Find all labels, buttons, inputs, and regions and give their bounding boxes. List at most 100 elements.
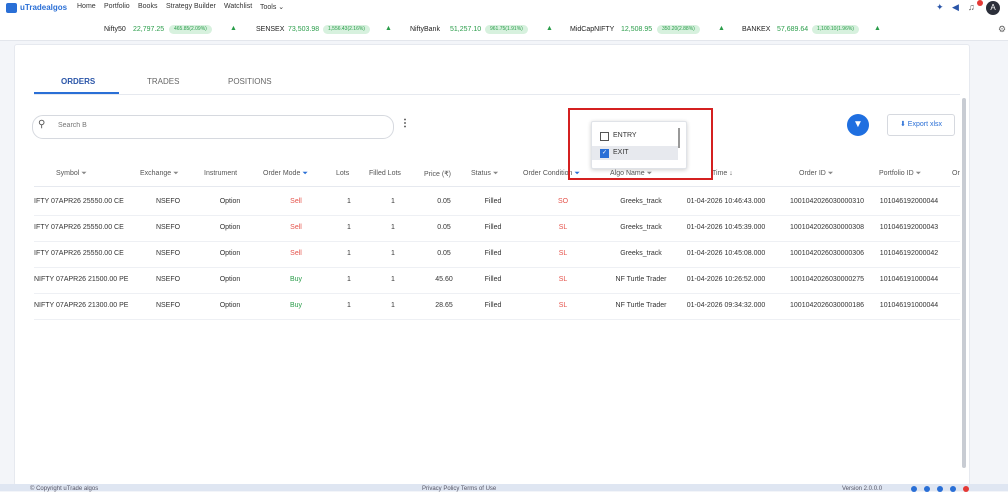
- cell-order-condition: SL: [558, 250, 568, 257]
- nav-home[interactable]: Home: [77, 3, 96, 10]
- cell-lots: 1: [347, 302, 351, 309]
- announcement-icon[interactable]: ◀: [952, 2, 959, 13]
- tab-orders[interactable]: ORDERS: [61, 77, 95, 86]
- more-options-icon[interactable]: ⋮: [400, 118, 410, 129]
- sparkle-icon[interactable]: ✦: [936, 2, 944, 13]
- social-icon[interactable]: [911, 486, 917, 492]
- footer-copyright: © Copyright uTrade algos: [30, 486, 99, 492]
- ticker-name-nifty50: Nifty50: [104, 26, 126, 33]
- up-arrow-icon: ▲: [230, 25, 237, 32]
- cell-portfolio-id: 101046192000044: [879, 198, 939, 205]
- highlight-annotation-box: [568, 108, 713, 180]
- footer-links[interactable]: Privacy Policy Terms of Use: [422, 486, 496, 492]
- ticker-value-sensex: 73,503.98: [288, 26, 320, 33]
- up-arrow-icon: ▲: [385, 25, 392, 32]
- nav-books[interactable]: Books: [138, 3, 157, 10]
- social-icon[interactable]: [963, 486, 969, 492]
- cell-exchange: NSEFO: [155, 198, 181, 205]
- social-icon[interactable]: [924, 486, 930, 492]
- ticker-name-sensex: SENSEX: [256, 26, 285, 33]
- col-header-filled-lots: Filled Lots: [369, 170, 401, 177]
- col-header-portfolio-id[interactable]: Portfolio ID ⏷: [879, 170, 921, 178]
- orders-card: [14, 44, 970, 486]
- cell-algo-name: NF Turtle Trader: [615, 302, 667, 309]
- cell-exchange: NSEFO: [155, 276, 181, 283]
- ticker-value-bankex: 57,689.64: [777, 26, 809, 33]
- ticker-change-sensex: 1,556.43(2.16%): [323, 25, 370, 34]
- ticker-change-bankex: 1,100.10(1.96%): [812, 25, 859, 34]
- ticker-value-midcapnifty: 12,508.95: [621, 26, 653, 33]
- cell-instrument: Option: [219, 302, 241, 309]
- row-divider: [34, 293, 960, 294]
- cell-status: Filled: [484, 302, 502, 309]
- cell-exchange: NSEFO: [155, 224, 181, 231]
- search-icon: ⚲: [38, 119, 46, 130]
- ticker-name-midcapnifty: MidCapNIFTY: [570, 26, 615, 33]
- col-header-lots: Lots: [336, 170, 350, 177]
- gear-icon[interactable]: ⚙: [998, 24, 1006, 35]
- nav-portfolio[interactable]: Portfolio: [104, 3, 130, 10]
- download-icon: ⬇: [899, 121, 906, 128]
- col-header-order-mode[interactable]: Order Mode ⏷: [263, 170, 308, 178]
- col-header-instrument: Instrument: [204, 170, 238, 177]
- cell-portfolio-id: 101046192000042: [879, 250, 939, 257]
- social-icon[interactable]: [937, 486, 943, 492]
- col-header-price: Price (₹): [424, 171, 452, 178]
- nav-strategy-builder[interactable]: Strategy Builder: [166, 3, 216, 10]
- cell-filled-lots: 1: [391, 302, 395, 309]
- nav-tools[interactable]: Tools ⌄: [260, 3, 284, 11]
- social-icon[interactable]: [950, 486, 956, 492]
- cell-order-condition: SL: [558, 302, 568, 309]
- col-header-time[interactable]: Time ↓: [712, 170, 733, 177]
- cell-order-mode: Sell: [290, 250, 302, 257]
- footer-version: Version 2.0.0.0: [842, 486, 883, 492]
- cell-time: 01-04-2026 10:26:52.000: [686, 276, 766, 283]
- ticker-change-midcapnifty: 350.20(2.88%): [657, 25, 700, 34]
- app-logo-text[interactable]: uTradealgos: [20, 3, 67, 12]
- cell-order-mode: Sell: [290, 198, 302, 205]
- notification-badge: [977, 0, 983, 6]
- cell-symbol: NIFTY 07APR26 21500.00 PE: [34, 276, 129, 283]
- tab-positions[interactable]: POSITIONS: [228, 77, 272, 86]
- filter-icon: ⏷: [827, 170, 834, 177]
- cell-portfolio-id: 101046191000044: [879, 276, 939, 283]
- nav-watchlist[interactable]: Watchlist: [224, 3, 252, 10]
- col-header-overflow: Or: [952, 170, 960, 177]
- cell-order-id: 1001042026030000308: [790, 224, 864, 231]
- cell-status: Filled: [484, 276, 502, 283]
- page-scrollbar[interactable]: [962, 98, 966, 468]
- export-xlsx-button[interactable]: ⬇ Export xlsx: [887, 114, 955, 136]
- bell-icon[interactable]: ♫: [968, 2, 975, 12]
- row-divider: [34, 319, 960, 320]
- cell-algo-name: Greeks_track: [620, 224, 662, 231]
- ticker-change-niftybank: 961.75(1.91%): [485, 25, 528, 34]
- col-header-order-id[interactable]: Order ID ⏷: [799, 170, 833, 178]
- cell-order-mode: Buy: [289, 276, 303, 283]
- cell-algo-name: NF Turtle Trader: [615, 276, 667, 283]
- cell-order-id: 1001042026030000306: [790, 250, 864, 257]
- up-arrow-icon: ▲: [546, 25, 553, 32]
- col-header-symbol[interactable]: Symbol ⏷: [56, 170, 87, 178]
- col-header-status[interactable]: Status ⏷: [471, 170, 498, 178]
- cell-algo-name: Greeks_track: [620, 250, 662, 257]
- cell-filled-lots: 1: [391, 250, 395, 257]
- up-arrow-icon: ▲: [874, 25, 881, 32]
- sort-down-icon: ↓: [729, 170, 733, 177]
- cell-time: 01-04-2026 10:46:43.000: [686, 198, 766, 205]
- ticker-name-niftybank: NiftyBank: [410, 26, 440, 33]
- export-label: Export xlsx: [907, 121, 943, 128]
- filter-button[interactable]: ▼: [847, 114, 869, 136]
- ticker-value-niftybank: 51,257.10: [450, 26, 482, 33]
- filter-icon: ⏷: [492, 170, 499, 177]
- logo-icon[interactable]: [6, 3, 17, 13]
- avatar[interactable]: A: [986, 1, 1000, 15]
- cell-exchange: NSEFO: [155, 302, 181, 309]
- col-header-exchange[interactable]: Exchange ⏷: [140, 170, 179, 178]
- cell-order-condition: SO: [557, 198, 569, 205]
- search-input[interactable]: [56, 121, 360, 130]
- filter-icon: ⏷: [915, 170, 922, 177]
- tab-trades[interactable]: TRADES: [147, 77, 179, 86]
- cell-order-id: 1001042026030000275: [790, 276, 864, 283]
- cell-order-id: 1001042026030000186: [790, 302, 864, 309]
- cell-order-mode: Sell: [290, 224, 302, 231]
